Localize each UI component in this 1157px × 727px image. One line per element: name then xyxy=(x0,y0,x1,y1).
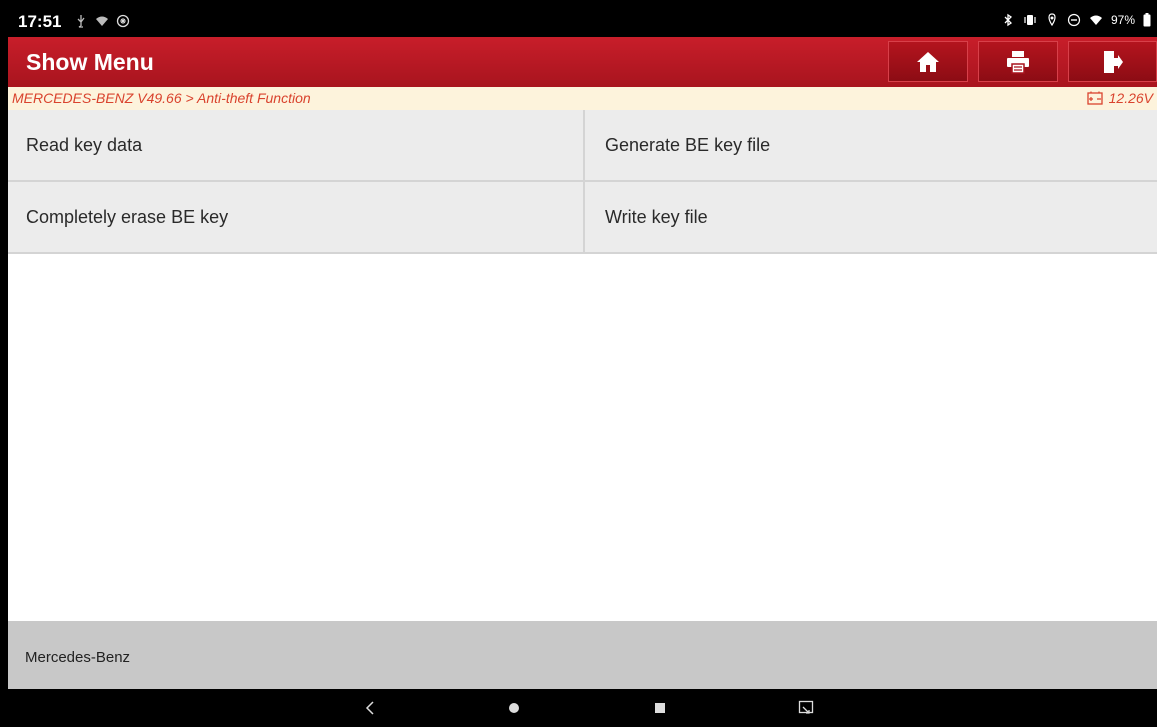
location-icon xyxy=(1048,13,1056,27)
page-title: Show Menu xyxy=(26,49,154,75)
exit-icon xyxy=(1103,50,1123,73)
home-nav-button[interactable] xyxy=(504,698,524,718)
back-button[interactable] xyxy=(360,698,380,718)
voltage-indicator: 12.26V xyxy=(1086,90,1153,106)
battery-voltage-icon xyxy=(1086,91,1103,105)
bluetooth-icon xyxy=(1004,13,1012,27)
menu-grid: Read key data Generate BE key file Compl… xyxy=(8,110,1157,254)
usb-icon xyxy=(77,15,85,28)
notification-icon xyxy=(116,14,130,28)
home-circle-icon xyxy=(509,703,519,713)
battery-icon xyxy=(1143,13,1151,27)
navigation-bar xyxy=(8,689,1157,727)
recents-button[interactable] xyxy=(650,698,670,718)
menu-item-read-key-data[interactable]: Read key data xyxy=(8,110,585,182)
vibrate-icon xyxy=(1024,15,1036,25)
screenshot-button[interactable] xyxy=(796,698,816,718)
screenshot-icon xyxy=(798,700,814,714)
print-icon xyxy=(1007,50,1029,74)
app-screen: 17:51 97% Show Menu MERCEDES-BENZ V49.66… xyxy=(8,8,1157,727)
status-left-icons xyxy=(74,14,130,28)
menu-item-write-key-file[interactable]: Write key file xyxy=(585,182,1157,254)
title-bar: Show Menu xyxy=(8,37,1157,87)
wifi-icon xyxy=(96,16,108,26)
breadcrumb-bar: MERCEDES-BENZ V49.66 > Anti-theft Functi… xyxy=(8,87,1157,110)
print-button[interactable] xyxy=(978,41,1058,82)
breadcrumb: MERCEDES-BENZ V49.66 > Anti-theft Functi… xyxy=(12,90,311,106)
home-icon xyxy=(917,51,939,72)
status-bar: 17:51 97% xyxy=(8,8,1157,37)
menu-item-completely-erase-be-key[interactable]: Completely erase BE key xyxy=(8,182,585,254)
recents-square-icon xyxy=(655,703,665,713)
menu-item-generate-be-key-file[interactable]: Generate BE key file xyxy=(585,110,1157,182)
wifi-signal-icon xyxy=(1089,15,1102,25)
exit-button[interactable] xyxy=(1068,41,1157,82)
dnd-icon xyxy=(1067,13,1081,27)
footer-label: Mercedes-Benz xyxy=(25,649,131,666)
status-time: 17:51 xyxy=(18,12,62,31)
battery-percent: 97% xyxy=(1110,13,1135,27)
status-right-icons: 97% xyxy=(1001,13,1151,27)
voltage-value: 12.26V xyxy=(1108,90,1153,106)
footer-bar: Mercedes-Benz xyxy=(8,621,1157,689)
back-icon xyxy=(365,701,374,715)
home-button[interactable] xyxy=(888,41,968,82)
